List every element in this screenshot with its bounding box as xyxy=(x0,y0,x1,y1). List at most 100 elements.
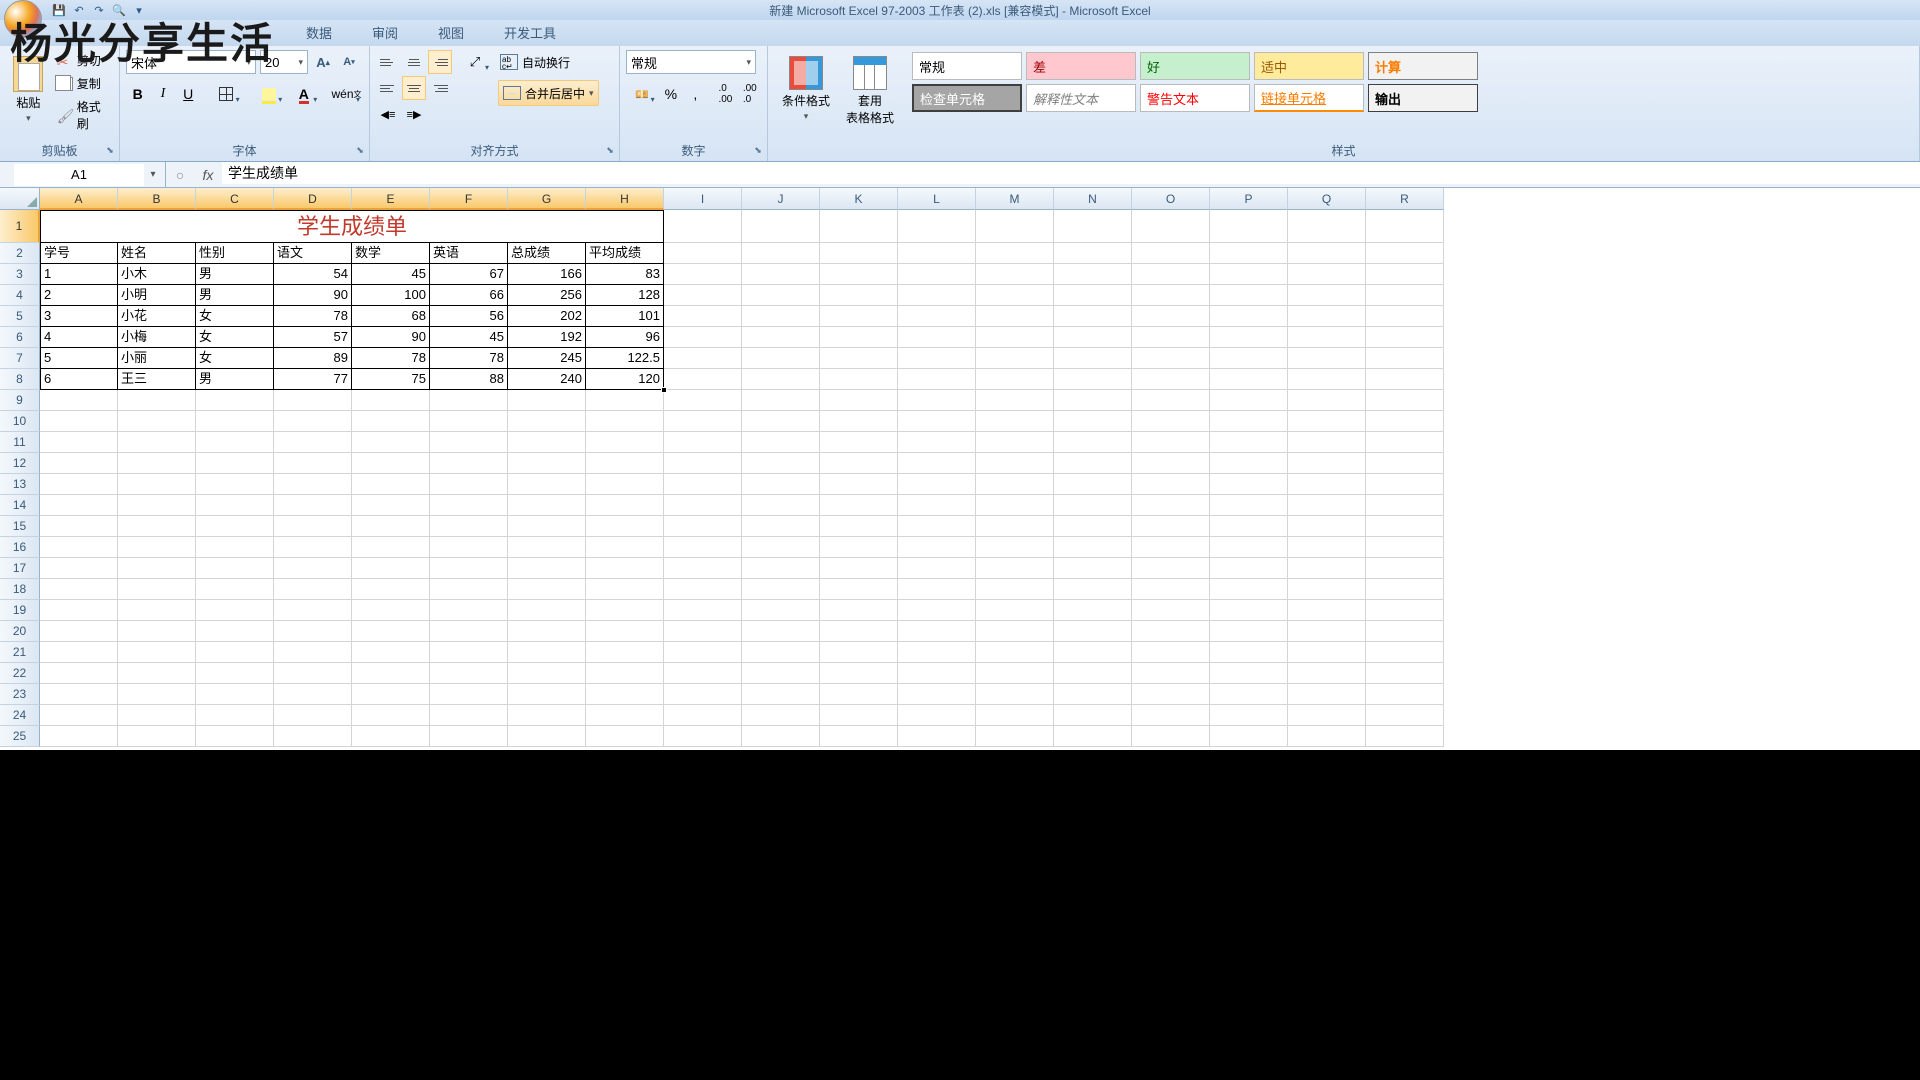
orientation-button[interactable]: ⤢ xyxy=(458,50,492,74)
row-header-6[interactable]: 6 xyxy=(0,327,40,348)
row-header-16[interactable]: 16 xyxy=(0,537,40,558)
clipboard-dialog-launcher[interactable]: ⬊ xyxy=(103,145,117,159)
table-cell[interactable]: 245 xyxy=(508,348,586,369)
style-warning[interactable]: 警告文本 xyxy=(1140,84,1250,112)
accounting-format-button[interactable]: 💴 xyxy=(626,82,658,106)
column-header-J[interactable]: J xyxy=(742,188,820,210)
shrink-font-button[interactable]: A▾ xyxy=(338,50,360,74)
row-header-2[interactable]: 2 xyxy=(0,243,40,264)
table-cell[interactable]: 45 xyxy=(352,264,430,285)
column-header-E[interactable]: E xyxy=(352,188,430,210)
table-cell[interactable]: 89 xyxy=(274,348,352,369)
border-button[interactable] xyxy=(210,82,243,106)
table-cell[interactable]: 6 xyxy=(40,369,118,390)
column-header-L[interactable]: L xyxy=(898,188,976,210)
table-cell[interactable]: 小花 xyxy=(118,306,196,327)
table-cell[interactable]: 66 xyxy=(430,285,508,306)
table-cell[interactable]: 小明 xyxy=(118,285,196,306)
style-good[interactable]: 好 xyxy=(1140,52,1250,80)
column-header-O[interactable]: O xyxy=(1132,188,1210,210)
table-cell[interactable]: 女 xyxy=(196,327,274,348)
column-header-K[interactable]: K xyxy=(820,188,898,210)
bold-button[interactable]: B xyxy=(126,82,149,106)
row-header-22[interactable]: 22 xyxy=(0,663,40,684)
column-header-N[interactable]: N xyxy=(1054,188,1132,210)
table-cell[interactable]: 240 xyxy=(508,369,586,390)
table-cell[interactable]: 56 xyxy=(430,306,508,327)
align-right-button[interactable] xyxy=(428,76,452,100)
conditional-format-button[interactable]: 条件格式 ▾ xyxy=(776,52,836,126)
table-cell[interactable]: 122.5 xyxy=(586,348,664,369)
row-header-7[interactable]: 7 xyxy=(0,348,40,369)
table-cell[interactable]: 67 xyxy=(430,264,508,285)
align-top-button[interactable] xyxy=(376,50,400,74)
table-cell[interactable]: 75 xyxy=(352,369,430,390)
table-cell[interactable]: 202 xyxy=(508,306,586,327)
increase-decimal-button[interactable]: .0.00 xyxy=(714,82,736,106)
table-cell[interactable]: 45 xyxy=(430,327,508,348)
table-cell[interactable]: 4 xyxy=(40,327,118,348)
fill-handle[interactable] xyxy=(661,387,667,393)
table-title-cell[interactable]: 学生成绩单 xyxy=(40,210,664,243)
table-cell[interactable]: 57 xyxy=(274,327,352,348)
fx-icon[interactable]: fx xyxy=(194,167,222,183)
table-cell[interactable]: 128 xyxy=(586,285,664,306)
format-as-table-button[interactable]: 套用 表格格式 xyxy=(840,52,900,126)
table-header-cell[interactable]: 总成绩 xyxy=(508,243,586,264)
table-cell[interactable]: 192 xyxy=(508,327,586,348)
name-box[interactable]: ▾ xyxy=(0,162,166,187)
row-header-19[interactable]: 19 xyxy=(0,600,40,621)
number-format-combo[interactable]: 常规▾ xyxy=(626,50,756,74)
column-header-M[interactable]: M xyxy=(976,188,1054,210)
table-header-cell[interactable]: 数学 xyxy=(352,243,430,264)
row-header-21[interactable]: 21 xyxy=(0,642,40,663)
phonetic-button[interactable]: wén文 xyxy=(330,82,363,106)
table-header-cell[interactable]: 英语 xyxy=(430,243,508,264)
table-header-cell[interactable]: 学号 xyxy=(40,243,118,264)
column-header-D[interactable]: D xyxy=(274,188,352,210)
style-output[interactable]: 输出 xyxy=(1368,84,1478,112)
column-header-B[interactable]: B xyxy=(118,188,196,210)
table-cell[interactable]: 90 xyxy=(352,327,430,348)
table-cell[interactable]: 小丽 xyxy=(118,348,196,369)
cells-area[interactable]: 学生成绩单学号姓名性别语文数学英语总成绩平均成绩1小木男544567166832… xyxy=(40,210,1444,747)
column-header-C[interactable]: C xyxy=(196,188,274,210)
table-header-cell[interactable]: 姓名 xyxy=(118,243,196,264)
table-cell[interactable]: 166 xyxy=(508,264,586,285)
wrap-text-button[interactable]: abc↵ 自动换行 xyxy=(498,50,599,74)
table-cell[interactable]: 77 xyxy=(274,369,352,390)
row-header-23[interactable]: 23 xyxy=(0,684,40,705)
column-header-H[interactable]: H xyxy=(586,188,664,210)
row-header-4[interactable]: 4 xyxy=(0,285,40,306)
table-cell[interactable]: 女 xyxy=(196,306,274,327)
row-header-10[interactable]: 10 xyxy=(0,411,40,432)
style-calculation[interactable]: 计算 xyxy=(1368,52,1478,80)
row-header-24[interactable]: 24 xyxy=(0,705,40,726)
table-cell[interactable]: 256 xyxy=(508,285,586,306)
style-linked-cell[interactable]: 链接单元格 xyxy=(1254,84,1364,112)
table-cell[interactable]: 83 xyxy=(586,264,664,285)
format-painter-button[interactable]: 🖌格式刷 xyxy=(55,96,113,134)
column-header-R[interactable]: R xyxy=(1366,188,1444,210)
grow-font-button[interactable]: A▴ xyxy=(312,50,334,74)
table-cell[interactable]: 120 xyxy=(586,369,664,390)
table-cell[interactable]: 女 xyxy=(196,348,274,369)
table-cell[interactable]: 男 xyxy=(196,264,274,285)
italic-button[interactable]: I xyxy=(151,82,174,106)
table-header-cell[interactable]: 性别 xyxy=(196,243,274,264)
tab-developer[interactable]: 开发工具 xyxy=(498,19,562,46)
row-header-5[interactable]: 5 xyxy=(0,306,40,327)
row-header-3[interactable]: 3 xyxy=(0,264,40,285)
tab-review[interactable]: 审阅 xyxy=(366,19,404,46)
row-header-9[interactable]: 9 xyxy=(0,390,40,411)
table-cell[interactable]: 78 xyxy=(430,348,508,369)
decrease-decimal-button[interactable]: .00.0 xyxy=(739,82,761,106)
style-normal[interactable]: 常规 xyxy=(912,52,1022,80)
tab-view[interactable]: 视图 xyxy=(432,19,470,46)
table-cell[interactable]: 小梅 xyxy=(118,327,196,348)
row-header-13[interactable]: 13 xyxy=(0,474,40,495)
table-cell[interactable]: 68 xyxy=(352,306,430,327)
column-header-F[interactable]: F xyxy=(430,188,508,210)
table-cell[interactable]: 男 xyxy=(196,369,274,390)
row-header-18[interactable]: 18 xyxy=(0,579,40,600)
